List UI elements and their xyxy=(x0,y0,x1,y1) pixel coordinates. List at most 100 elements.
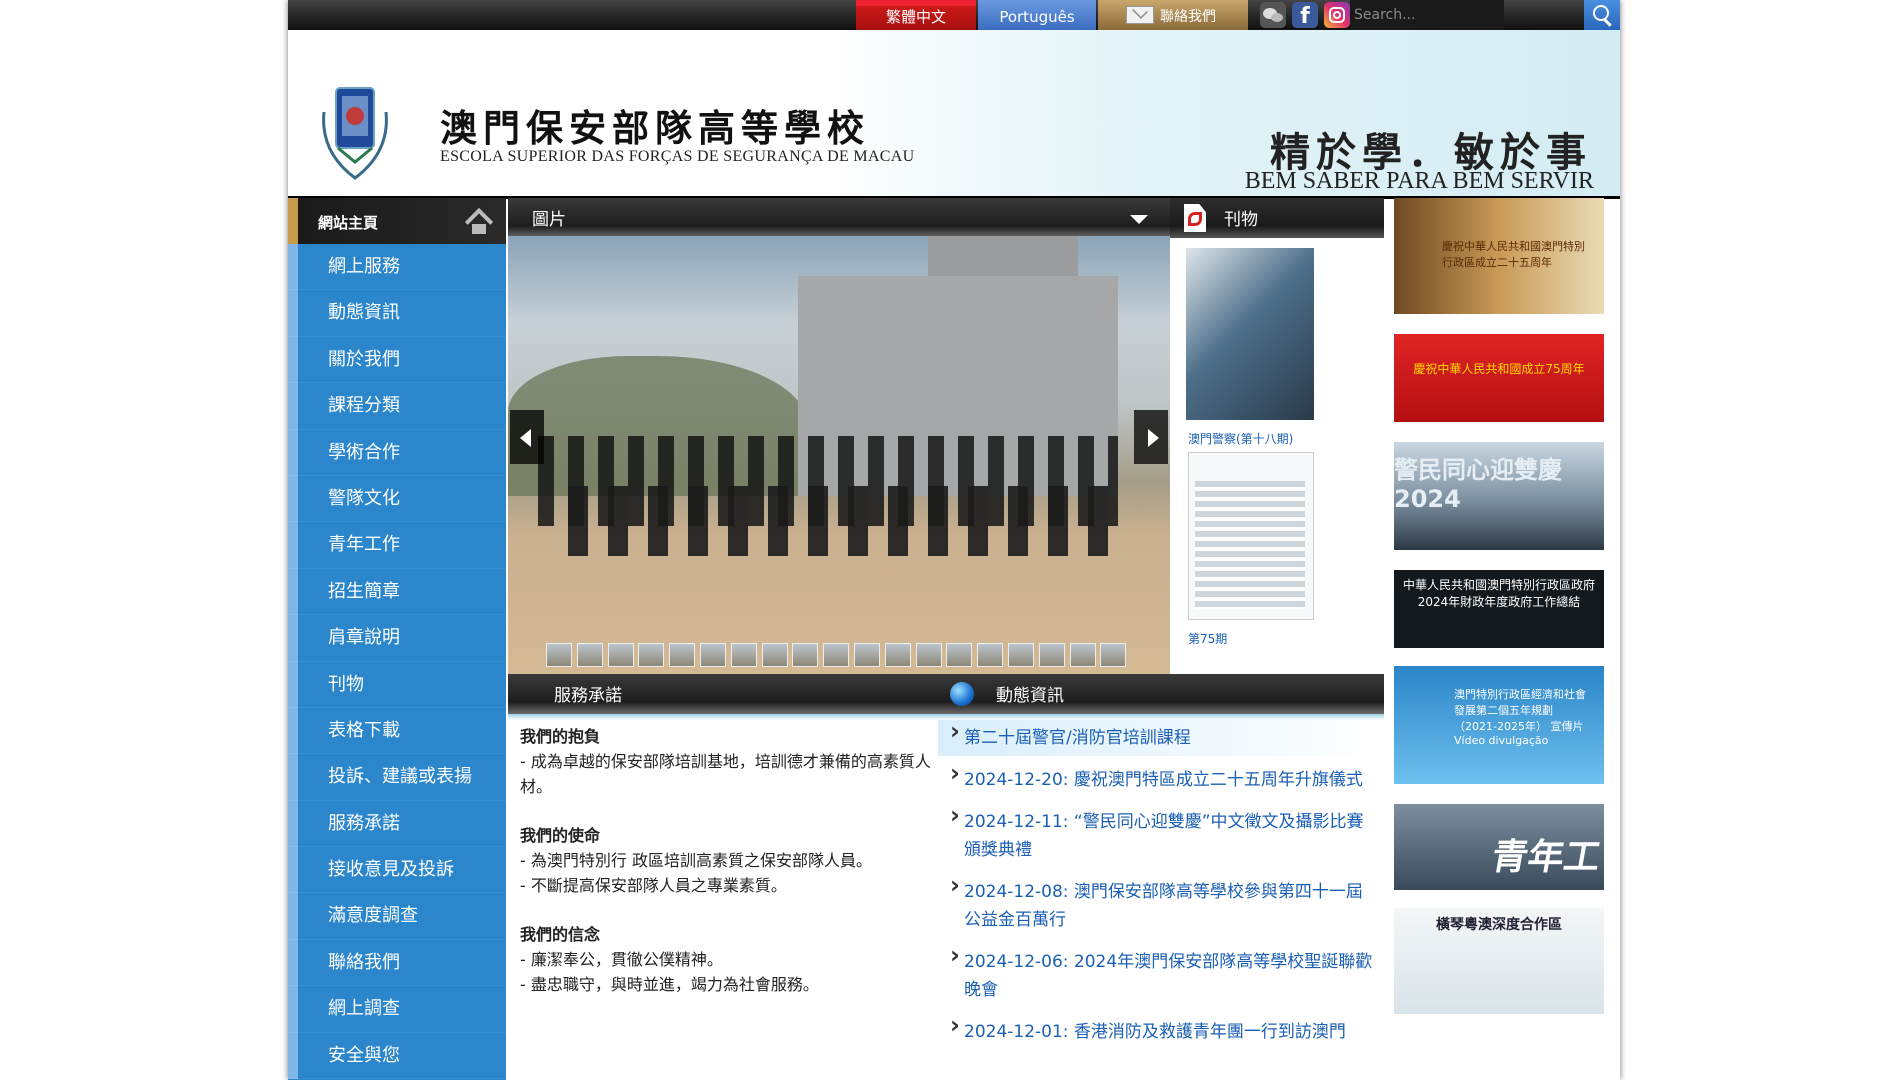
sidebar-item-safety[interactable]: 安全與您 xyxy=(288,1032,506,1080)
publication-cover-image[interactable] xyxy=(1188,452,1314,620)
slideshow-thumbnails xyxy=(546,643,1146,669)
thumbnail[interactable] xyxy=(792,643,819,667)
thumbnail[interactable] xyxy=(853,643,880,667)
mail-icon xyxy=(1126,6,1154,24)
thumbnail[interactable] xyxy=(884,643,911,667)
slideshow-next-button[interactable] xyxy=(1134,410,1168,464)
sidebar-item-complaints[interactable]: 投訴、建議或表揚 xyxy=(288,754,506,802)
sidebar-item-academic-cooperation[interactable]: 學術合作 xyxy=(288,429,506,477)
sidebar-item-service-pledge[interactable]: 服務承諾 xyxy=(288,800,506,848)
sidebar-item-courses[interactable]: 課程分類 xyxy=(288,383,506,430)
publication-cover-image[interactable] xyxy=(1186,248,1314,420)
school-crest-logo xyxy=(322,87,388,180)
news-item[interactable]: 第二十屆警官/消防官培訓課程 xyxy=(938,717,1384,756)
news-item[interactable]: 2024-12-08: 澳門保安部隊高等學校參與第四十一屆公益金百萬行 xyxy=(938,868,1384,938)
service-pledge-header: 服務承諾 xyxy=(508,674,938,720)
sidebar-item-online-services[interactable]: 網上服務 xyxy=(288,244,506,291)
thumbnail[interactable] xyxy=(1100,643,1127,667)
publication-link[interactable]: 第75期 xyxy=(1188,630,1227,647)
news-heading: 動態資訊 xyxy=(996,686,1064,706)
top-bar: 繁體中文 Português 聯絡我們 f xyxy=(288,0,1620,30)
beliefs-line: - 盡忠職守，與時並進，竭力為社會服務。 xyxy=(520,975,819,994)
publications-heading: 刊物 xyxy=(1224,210,1258,230)
thumbnail[interactable] xyxy=(638,643,665,667)
pdf-icon xyxy=(1184,204,1206,232)
site-header: 澳門保安部隊高等學校 ESCOLA SUPERIOR DAS FORÇAS DE… xyxy=(288,30,1620,199)
publications-panel: 澳門警察(第十八期) 第75期 xyxy=(1170,238,1384,674)
beliefs-title: 我們的信念 xyxy=(520,925,601,944)
photo-slideshow[interactable] xyxy=(508,236,1170,674)
contact-us-label: 聯絡我們 xyxy=(1160,9,1216,25)
sidebar-home-label: 網站主頁 xyxy=(318,214,379,232)
banner-government-report[interactable]: 中華人民共和國澳門特別行政區政府 2024年財政年度政府工作總結 xyxy=(1394,570,1604,648)
globe-icon xyxy=(950,682,974,706)
news-item[interactable]: 2024-12-01: 香港消防及救護青年團一行到訪澳門 xyxy=(938,1008,1384,1050)
motto-portuguese: BEM SABER PARA BEM SERVIR xyxy=(1244,168,1594,194)
news-item[interactable]: 2024-12-06: 2024年澳門保安部隊高等學校聖誕聯歡晚會 xyxy=(938,938,1384,1008)
sidebar-item-contact[interactable]: 聯絡我們 xyxy=(288,939,506,987)
beliefs-line: - 廉潔奉公，貫徹公僕精神。 xyxy=(520,950,723,969)
slideshow-prev-button[interactable] xyxy=(510,410,544,464)
thumbnail[interactable] xyxy=(669,643,696,667)
banner-prc-75th[interactable]: 慶祝中華人民共和國成立75周年 xyxy=(1394,334,1604,422)
search-input[interactable] xyxy=(1350,0,1504,30)
thumbnail[interactable] xyxy=(576,643,603,667)
service-pledge-content: 我們的抱負 - 成為卓越的保安部隊培訓基地，培訓德才兼備的高素質人材。 我們的使… xyxy=(520,724,932,997)
school-name-chinese: 澳門保安部隊高等學校 xyxy=(440,106,870,150)
thumbnail[interactable] xyxy=(823,643,850,667)
thumbnail[interactable] xyxy=(761,643,788,667)
mission-line: - 不斷提高保安部隊人員之專業素質。 xyxy=(520,876,787,895)
thumbnail[interactable] xyxy=(1038,643,1065,667)
publications-header: 刊物 xyxy=(1170,198,1384,244)
thumbnail[interactable] xyxy=(730,643,757,667)
contact-us-link[interactable]: 聯絡我們 xyxy=(1098,0,1248,30)
service-pledge-heading: 服務承諾 xyxy=(554,686,622,706)
sidebar-item-forms[interactable]: 表格下載 xyxy=(288,707,506,755)
chevron-down-icon[interactable] xyxy=(1130,215,1148,224)
banner-five-year-plan-video[interactable]: 澳門特別行政區經濟和社會發展第二個五年規劃（2021-2025年） 宣傳片 Ví… xyxy=(1394,666,1604,784)
vision-title: 我們的抱負 xyxy=(520,727,601,746)
news-header: 動態資訊 xyxy=(938,674,1384,720)
sidebar-item-news[interactable]: 動態資訊 xyxy=(288,290,506,338)
banner-hengqin-zone[interactable]: 橫琴粵澳深度合作區 xyxy=(1394,908,1604,1014)
thumbnail[interactable] xyxy=(1069,643,1096,667)
sidebar-item-online-survey[interactable]: 網上調查 xyxy=(288,986,506,1034)
sidebar-item-satisfaction-survey[interactable]: 滿意度調查 xyxy=(288,893,506,941)
thumbnail[interactable] xyxy=(915,643,942,667)
thumbnail[interactable] xyxy=(546,643,572,667)
thumbnail[interactable] xyxy=(977,643,1004,667)
thumbnail[interactable] xyxy=(699,643,726,667)
vision-line: - 成為卓越的保安部隊培訓基地，培訓德才兼備的高素質人材。 xyxy=(520,752,931,796)
banner-25th-anniversary[interactable]: 慶祝中華人民共和國澳門特別行政區成立二十五周年 xyxy=(1394,198,1604,314)
thumbnail[interactable] xyxy=(607,643,634,667)
photos-header[interactable]: 圖片 xyxy=(508,198,1170,244)
sidebar-item-admissions[interactable]: 招生簡章 xyxy=(288,568,506,616)
sidebar-item-police-culture[interactable]: 警隊文化 xyxy=(288,475,506,523)
sidebar-home-link[interactable]: 網站主頁 xyxy=(288,198,506,244)
facebook-icon[interactable]: f xyxy=(1292,2,1318,29)
thumbnail[interactable] xyxy=(946,643,973,667)
banner-youth-work[interactable]: 青年工作 xyxy=(1394,804,1604,890)
page: 繁體中文 Português 聯絡我們 f 澳門保安部隊高等學校 ESCOLA … xyxy=(288,0,1620,1080)
language-chinese-link[interactable]: 繁體中文 xyxy=(856,0,976,30)
news-list: 第二十屆警官/消防官培訓課程 2024-12-20: 慶祝澳門特區成立二十五周年… xyxy=(938,717,1384,1050)
news-item[interactable]: 2024-12-11: “警民同心迎雙慶”中文徵文及攝影比賽頒獎典禮 xyxy=(938,798,1384,868)
sidebar-item-publications[interactable]: 刊物 xyxy=(288,661,506,709)
language-portuguese-link[interactable]: Português xyxy=(978,0,1096,30)
mission-title: 我們的使命 xyxy=(520,826,601,845)
sidebar-nav: 網站主頁 網上服務 動態資訊 關於我們 課程分類 學術合作 警隊文化 青年工作 … xyxy=(288,198,506,1080)
mission-line: - 為澳門特別行 政區培訓高素質之保安部隊人員。 xyxy=(520,851,872,870)
sidebar-item-about[interactable]: 關於我們 xyxy=(288,336,506,384)
sidebar-item-epaulettes[interactable]: 肩章說明 xyxy=(288,615,506,662)
sidebar-menu: 網上服務 動態資訊 關於我們 課程分類 學術合作 警隊文化 青年工作 招生簡章 … xyxy=(288,244,506,1080)
instagram-icon[interactable] xyxy=(1324,2,1350,28)
school-name-portuguese: ESCOLA SUPERIOR DAS FORÇAS DE SEGURANÇA … xyxy=(440,148,915,165)
thumbnail[interactable] xyxy=(1007,643,1034,667)
publication-link[interactable]: 澳門警察(第十八期) xyxy=(1188,430,1293,447)
news-item[interactable]: 2024-12-20: 慶祝澳門特區成立二十五周年升旗儀式 xyxy=(938,756,1384,798)
banner-police-celebration[interactable]: 警民同心迎雙慶 2024 xyxy=(1394,442,1604,550)
search-button[interactable] xyxy=(1584,0,1620,30)
sidebar-item-feedback[interactable]: 接收意見及投訴 xyxy=(288,847,506,894)
wechat-icon[interactable] xyxy=(1260,2,1286,28)
sidebar-item-youth-work[interactable]: 青年工作 xyxy=(288,522,506,570)
